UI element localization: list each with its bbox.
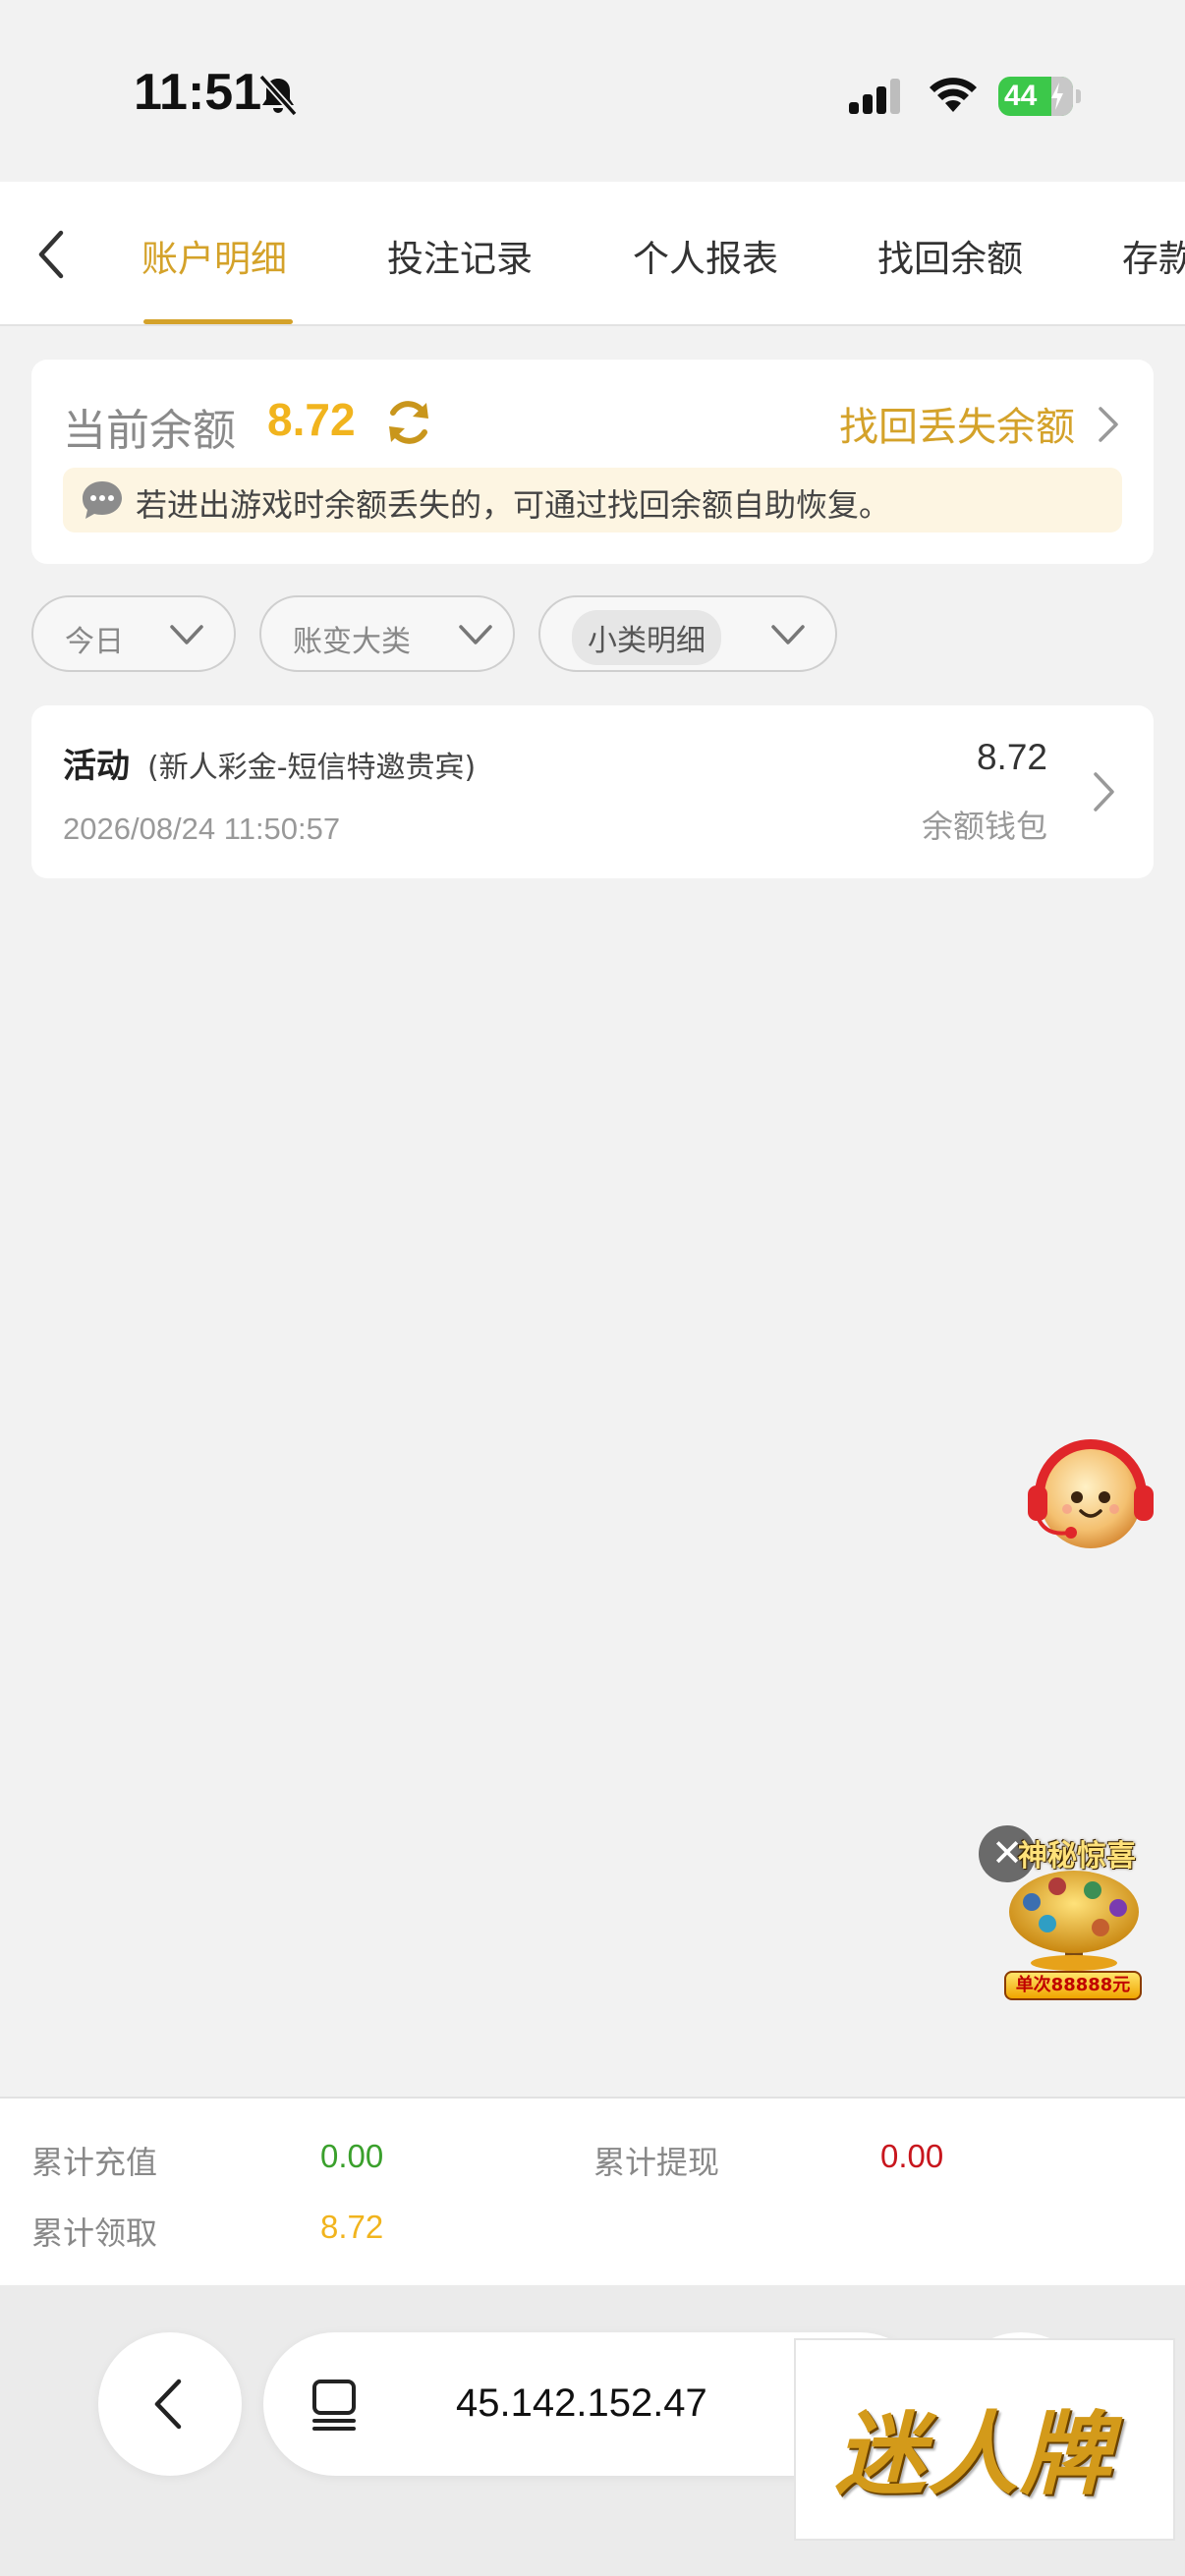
subcategory-filter-label: 小类明细	[572, 610, 721, 665]
tab-bet-records[interactable]: 投注记录	[387, 229, 533, 282]
customer-service-avatar-icon[interactable]	[1022, 1428, 1159, 1556]
browser-back-button[interactable]	[98, 2332, 242, 2476]
chevron-left-icon	[154, 2379, 182, 2430]
total-withdraw-label: 累计提现	[593, 2144, 720, 2181]
transaction-wallet: 余额钱包	[921, 808, 1047, 845]
url-text: 45.142.152.47	[456, 2381, 707, 2425]
date-filter-label: 今日	[65, 625, 124, 659]
bell-off-icon	[258, 74, 298, 117]
transaction-time: 2026/08/24 11:50:57	[63, 812, 341, 846]
total-claimed-label: 累计领取	[31, 2214, 158, 2252]
date-filter-dropdown[interactable]: 今日	[31, 595, 236, 672]
transaction-row[interactable]: 活动 (新人彩金-短信特邀贵宾) 2026/08/24 11:50:57 8.7…	[31, 705, 1154, 878]
cellular-signal-icon	[849, 79, 900, 114]
watermark-logo: 迷人牌	[794, 2338, 1175, 2541]
total-recharge-value: 0.00	[320, 2138, 384, 2174]
wifi-icon	[930, 78, 977, 112]
transaction-detail: (新人彩金-短信特邀贵宾)	[147, 751, 477, 785]
balance-label: 当前余额	[63, 406, 236, 456]
tip-text: 若进出游戏时余额丢失的，可通过找回余额自助恢复。	[136, 486, 891, 524]
status-time: 11:51	[134, 64, 262, 121]
subcategory-filter-dropdown[interactable]: 小类明细	[538, 595, 837, 672]
chat-bubble-icon	[83, 481, 122, 519]
tab-personal-report[interactable]: 个人报表	[633, 229, 778, 282]
tip-banner: 若进出游戏时余额丢失的，可通过找回余额自助恢复。	[63, 468, 1122, 532]
tab-overview-icon[interactable]	[309, 2378, 362, 2433]
tab-bar: 账户明细 投注记录 个人报表 找回余额 存款	[0, 182, 1185, 326]
battery-icon: 44	[998, 77, 1081, 116]
total-recharge-label: 累计充值	[31, 2144, 158, 2181]
summary-panel: 累计充值 0.00 累计提现 0.00 累计领取 8.72	[0, 2097, 1185, 2285]
watermark-text: 迷人牌	[835, 2402, 1113, 2507]
promo-title: 神秘惊喜	[1018, 1839, 1136, 1874]
total-claimed-value: 8.72	[320, 2209, 384, 2245]
refresh-icon[interactable]	[381, 395, 436, 450]
chevron-down-icon	[459, 625, 492, 644]
category-filter-dropdown[interactable]: 账变大类	[259, 595, 515, 672]
tab-account-detail[interactable]: 账户明细	[141, 229, 287, 282]
balance-value: 8.72	[267, 394, 356, 445]
money-tree-icon	[1009, 1871, 1139, 1971]
transaction-type: 活动	[63, 747, 130, 786]
browser-toolbar: 45.142.152.47 迷人牌	[0, 2285, 1185, 2576]
promo-badge: 单次88888元	[1004, 1971, 1142, 2000]
balance-card: 当前余额 8.72 找回丢失余额 若进出游戏时余额丢失的，可通过找回余额自助恢复…	[31, 360, 1154, 564]
chevron-right-icon	[1094, 772, 1114, 812]
transaction-amount: 8.72	[976, 737, 1047, 777]
status-bar: 11:51 44	[0, 0, 1185, 182]
battery-level: 44	[1004, 80, 1038, 112]
tab-recover-balance[interactable]: 找回余额	[877, 229, 1023, 282]
category-filter-label: 账变大类	[293, 625, 411, 659]
chevron-down-icon	[771, 625, 805, 644]
chevron-right-icon[interactable]	[1093, 403, 1122, 446]
back-chevron-icon[interactable]	[28, 225, 77, 284]
recover-lost-balance-link[interactable]: 找回丢失余额	[839, 395, 1075, 452]
total-withdraw-value: 0.00	[880, 2138, 944, 2174]
tab-deposit[interactable]: 存款	[1122, 229, 1185, 282]
chevron-down-icon	[170, 625, 203, 644]
promo-widget[interactable]: ✕ 神秘惊喜 单次88888元	[979, 1825, 1146, 2002]
active-tab-indicator	[143, 319, 293, 324]
